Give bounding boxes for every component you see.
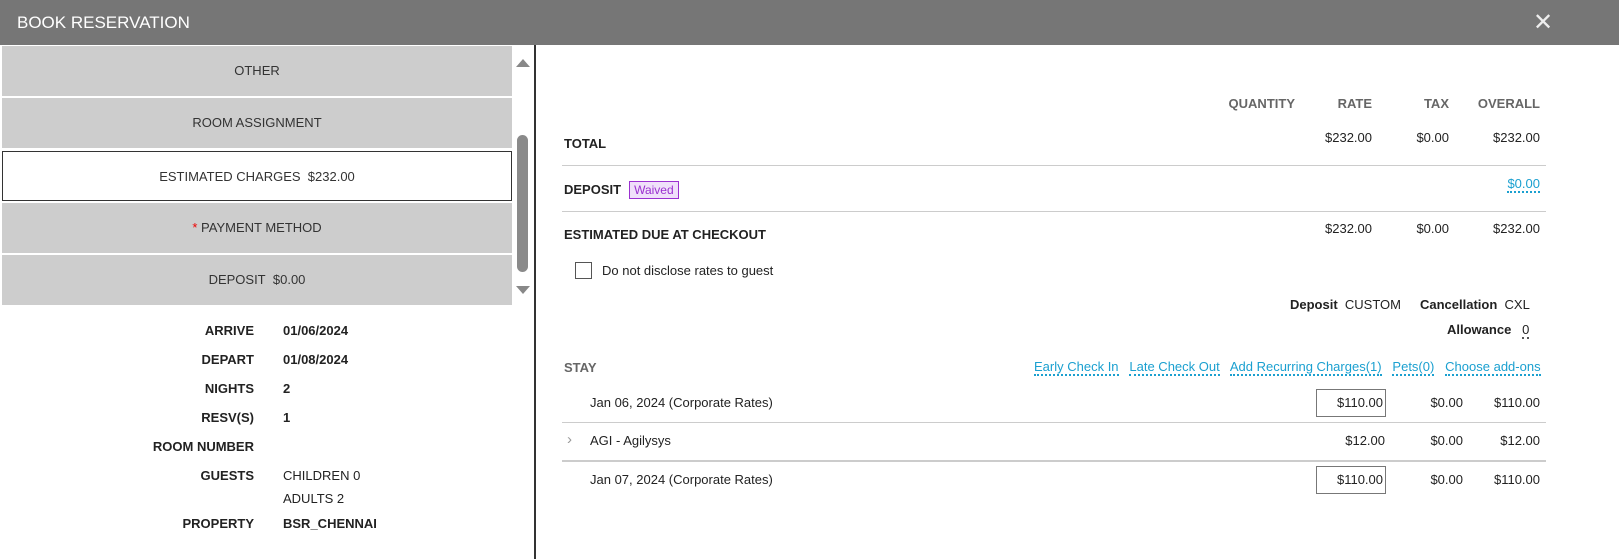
- chevron-right-icon[interactable]: ›: [567, 431, 572, 448]
- due-tax: $0.00: [1416, 221, 1449, 236]
- stay-row-overall: $12.00: [1500, 433, 1540, 448]
- section-other[interactable]: OTHER: [2, 46, 512, 96]
- deposit-overall-link[interactable]: $0.00: [1455, 176, 1540, 193]
- deposit-policy-label: Deposit: [1290, 297, 1338, 312]
- choose-add-ons-link[interactable]: Choose add-ons: [1445, 359, 1541, 376]
- stay-row-desc: AGI - Agilysys: [590, 433, 671, 448]
- deposit-amount[interactable]: $0.00: [1507, 176, 1540, 193]
- scroll-down-icon[interactable]: [516, 286, 530, 294]
- section-room-assignment[interactable]: ROOM ASSIGNMENT: [2, 98, 512, 148]
- stay-row-tax: $0.00: [1430, 395, 1463, 410]
- due-overall: $232.00: [1493, 221, 1540, 236]
- stay-label: STAY: [564, 360, 597, 375]
- section-payment-method[interactable]: * PAYMENT METHOD: [2, 203, 512, 253]
- scrollbar[interactable]: [513, 45, 533, 305]
- total-rate: $232.00: [1325, 130, 1372, 145]
- divider: [562, 460, 1546, 462]
- col-tax: TAX: [1423, 96, 1449, 111]
- deposit-policy: Deposit CUSTOM: [1290, 297, 1401, 312]
- close-icon[interactable]: ✕: [1533, 8, 1553, 37]
- allowance: Allowance 0: [1447, 322, 1530, 339]
- depart-value: 01/08/2024: [283, 352, 349, 367]
- resv-value: 1: [283, 410, 291, 425]
- deposit-label: DEPOSIT: [564, 182, 622, 197]
- section-label: ESTIMATED CHARGES: [159, 169, 301, 184]
- deposit-row: DEPOSIT Waived: [564, 181, 679, 199]
- early-check-in-link[interactable]: Early Check In: [1034, 359, 1119, 376]
- disclose-rates-checkbox[interactable]: [575, 262, 592, 279]
- property-label: PROPERTY: [182, 516, 254, 531]
- cancellation-label: Cancellation: [1420, 297, 1498, 312]
- adults-value: ADULTS 2: [283, 491, 345, 506]
- divider: [562, 422, 1546, 423]
- arrive-label: ARRIVE: [204, 323, 254, 338]
- add-recurring-charges-link[interactable]: Add Recurring Charges(1): [1229, 359, 1382, 376]
- stay-row-overall: $110.00: [1493, 395, 1540, 410]
- property-value: BSR_CHENNAI: [283, 516, 377, 531]
- cancellation-policy: Cancellation CXL: [1420, 297, 1530, 312]
- stay-row-rate: $12.00: [1345, 433, 1385, 448]
- stay-links: Early Check In Late Check Out Add Recurr…: [1034, 359, 1541, 376]
- scroll-thumb[interactable]: [517, 135, 528, 272]
- rate-input[interactable]: $110.00: [1316, 389, 1386, 417]
- stay-row-overall: $110.00: [1493, 472, 1540, 487]
- section-label: DEPOSIT: [208, 272, 266, 287]
- cancellation-value: CXL: [1504, 297, 1530, 312]
- rate-input[interactable]: $110.00: [1316, 466, 1386, 494]
- scroll-up-icon[interactable]: [516, 59, 530, 67]
- stay-row-tax: $0.00: [1430, 472, 1463, 487]
- nights-value: 2: [283, 381, 291, 396]
- required-marker: *: [192, 220, 198, 235]
- total-tax: $0.00: [1416, 130, 1449, 145]
- waived-badge: Waived: [629, 181, 679, 199]
- col-overall: OVERALL: [1477, 96, 1540, 111]
- stay-row-desc: Jan 07, 2024 (Corporate Rates): [590, 472, 773, 487]
- disclose-rates-label: Do not disclose rates to guest: [602, 263, 774, 278]
- section-label: OTHER: [234, 63, 280, 78]
- depart-label: DEPART: [201, 352, 254, 367]
- due-label: ESTIMATED DUE AT CHECKOUT: [564, 227, 766, 242]
- nights-label: NIGHTS: [204, 381, 254, 396]
- section-deposit[interactable]: DEPOSIT $0.00: [2, 255, 512, 305]
- total-label: TOTAL: [564, 136, 607, 151]
- resv-label: RESV(S): [201, 410, 254, 425]
- col-rate: RATE: [1337, 96, 1372, 111]
- allowance-label: Allowance: [1447, 322, 1512, 337]
- total-overall: $232.00: [1493, 130, 1540, 145]
- left-panel: OTHER ROOM ASSIGNMENT ESTIMATED CHARGES …: [0, 45, 536, 559]
- col-quantity: QUANTITY: [1228, 96, 1295, 111]
- section-label: ROOM ASSIGNMENT: [192, 115, 322, 130]
- stay-row-desc: Jan 06, 2024 (Corporate Rates): [590, 395, 773, 410]
- section-value: $232.00: [307, 169, 355, 184]
- room-number-label: ROOM NUMBER: [152, 439, 254, 454]
- deposit-policy-value: CUSTOM: [1344, 297, 1402, 312]
- dialog-title: BOOK RESERVATION: [17, 13, 190, 32]
- divider: [562, 165, 1546, 166]
- dialog-header: BOOK RESERVATION ✕: [0, 0, 1619, 45]
- guests-label: GUESTS: [200, 468, 254, 483]
- section-value: $0.00: [272, 272, 306, 287]
- stay-row-tax: $0.00: [1430, 433, 1463, 448]
- arrive-value: 01/06/2024: [283, 323, 349, 338]
- due-rate: $232.00: [1325, 221, 1372, 236]
- divider: [562, 211, 1546, 212]
- pets-link[interactable]: Pets(0): [1392, 359, 1435, 376]
- children-value: CHILDREN 0: [283, 468, 361, 483]
- section-label: PAYMENT METHOD: [201, 220, 322, 235]
- late-check-out-link[interactable]: Late Check Out: [1129, 359, 1220, 376]
- section-estimated-charges[interactable]: ESTIMATED CHARGES $232.00: [2, 151, 512, 201]
- allowance-value[interactable]: 0: [1522, 322, 1530, 339]
